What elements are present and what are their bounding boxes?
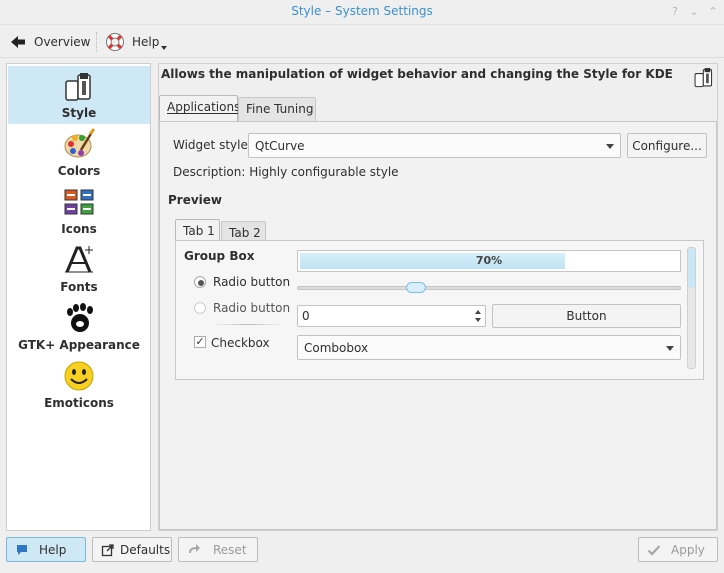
preview-button[interactable]: Button bbox=[492, 304, 681, 328]
maximize-icon[interactable]: ⌃ bbox=[707, 6, 719, 18]
defaults-label: Defaults bbox=[120, 542, 171, 557]
reset-label: Reset bbox=[213, 542, 247, 557]
sidebar-item-fonts[interactable]: Fonts bbox=[8, 240, 150, 298]
spin-arrows-icon[interactable] bbox=[474, 308, 482, 324]
widget-style-value: QtCurve bbox=[255, 139, 305, 153]
progress-bar: 70% bbox=[297, 250, 681, 272]
sidebar-item-colors[interactable]: Colors bbox=[8, 124, 150, 182]
toolbar: Overview Help bbox=[0, 25, 724, 58]
chevron-down-icon bbox=[666, 346, 674, 351]
separator-line bbox=[213, 324, 283, 325]
tab-label: Tab 2 bbox=[229, 226, 261, 240]
tab-label: Fine Tuning bbox=[246, 102, 314, 116]
sidebar-item-gtk[interactable]: GTK+ Appearance bbox=[8, 298, 150, 356]
sidebar-item-label: Fonts bbox=[60, 280, 98, 294]
help-bubble-icon bbox=[17, 544, 27, 555]
style-icon bbox=[694, 68, 713, 88]
footer-help-label: Help bbox=[39, 542, 67, 557]
checkmark-icon bbox=[647, 544, 661, 556]
checkbox-label: Checkbox bbox=[211, 336, 270, 350]
overview-button[interactable]: Overview bbox=[10, 31, 91, 53]
applications-panel: Widget style: QtCurve Configure... Descr… bbox=[159, 121, 717, 530]
defaults-button[interactable]: Defaults bbox=[92, 537, 172, 562]
spinbox-value: 0 bbox=[302, 309, 310, 323]
gnome-foot-icon bbox=[67, 303, 93, 332]
style-icon bbox=[65, 73, 91, 101]
footer-help-button[interactable]: Help bbox=[6, 537, 86, 562]
overview-label: Overview bbox=[34, 35, 91, 49]
window-title: Style – System Settings bbox=[291, 4, 433, 18]
sidebar-item-label: Emoticons bbox=[44, 396, 114, 410]
defaults-icon bbox=[101, 543, 114, 556]
fonts-icon bbox=[65, 246, 93, 273]
tab-label: Tab 1 bbox=[183, 224, 215, 238]
sidebar-item-label: Icons bbox=[61, 222, 97, 236]
configure-button[interactable]: Configure... bbox=[627, 133, 707, 158]
radio-button-2[interactable] bbox=[194, 302, 206, 314]
sidebar-item-label: GTK+ Appearance bbox=[18, 338, 140, 352]
tab-fine-tuning[interactable]: Fine Tuning bbox=[238, 97, 316, 121]
apply-button[interactable]: Apply bbox=[638, 537, 718, 562]
emoticon-icon bbox=[64, 361, 94, 391]
colors-icon bbox=[64, 128, 95, 158]
slider-handle[interactable] bbox=[406, 282, 426, 293]
preview-combobox[interactable]: Combobox bbox=[297, 335, 681, 360]
back-arrow-icon bbox=[11, 36, 25, 48]
radio-button-1[interactable] bbox=[194, 276, 206, 288]
checkbox[interactable]: ✓ bbox=[194, 336, 206, 348]
lifebuoy-icon bbox=[106, 33, 124, 51]
category-sidebar: Style Colors Icons Fonts GTK+ Appearance… bbox=[6, 63, 151, 531]
slider-track[interactable] bbox=[297, 286, 681, 290]
title-bar: Style – System Settings ? ⌄ ⌃ bbox=[0, 0, 724, 25]
apply-label: Apply bbox=[671, 542, 705, 557]
chevron-down-icon bbox=[606, 144, 614, 149]
preview-frame: Group Box Radio button Radio button ✓ Ch… bbox=[175, 240, 704, 380]
minimize-icon[interactable]: ⌄ bbox=[688, 6, 700, 18]
widget-style-label: Widget style: bbox=[173, 138, 252, 152]
sidebar-item-style[interactable]: Style bbox=[8, 66, 150, 124]
help-window-icon[interactable]: ? bbox=[669, 6, 681, 18]
sidebar-item-emoticons[interactable]: Emoticons bbox=[8, 356, 150, 414]
sidebar-item-label: Colors bbox=[57, 164, 101, 178]
main-panel: Allows the manipulation of widget behavi… bbox=[158, 63, 718, 531]
module-description: Allows the manipulation of widget behavi… bbox=[161, 67, 673, 81]
preview-heading: Preview bbox=[168, 193, 223, 207]
scrollbar-thumb[interactable] bbox=[688, 248, 695, 288]
tab-applications[interactable]: Applications bbox=[159, 95, 241, 122]
tab-label: Applications bbox=[167, 100, 241, 114]
reset-button[interactable]: Reset bbox=[178, 537, 258, 562]
widget-style-combobox[interactable]: QtCurve bbox=[248, 133, 621, 158]
help-label: Help bbox=[132, 35, 160, 49]
reset-arrow-icon bbox=[189, 543, 200, 553]
spinbox[interactable]: 0 bbox=[297, 305, 486, 327]
radio-label-1: Radio button bbox=[213, 275, 291, 289]
preview-scrollbar[interactable] bbox=[687, 247, 696, 369]
combobox-value: Combobox bbox=[304, 341, 369, 355]
help-menu-button[interactable]: Help bbox=[105, 31, 168, 53]
dropdown-arrow-icon bbox=[161, 46, 168, 50]
toolbar-separator bbox=[96, 32, 97, 52]
sidebar-item-label: Style bbox=[61, 106, 97, 120]
progress-text: 70% bbox=[475, 254, 503, 267]
group-box-title: Group Box bbox=[184, 249, 255, 263]
style-description: Description: Highly configurable style bbox=[173, 165, 399, 179]
radio-label-2: Radio button bbox=[213, 301, 291, 315]
sidebar-item-icons[interactable]: Icons bbox=[8, 182, 150, 240]
icons-icon bbox=[64, 189, 94, 215]
